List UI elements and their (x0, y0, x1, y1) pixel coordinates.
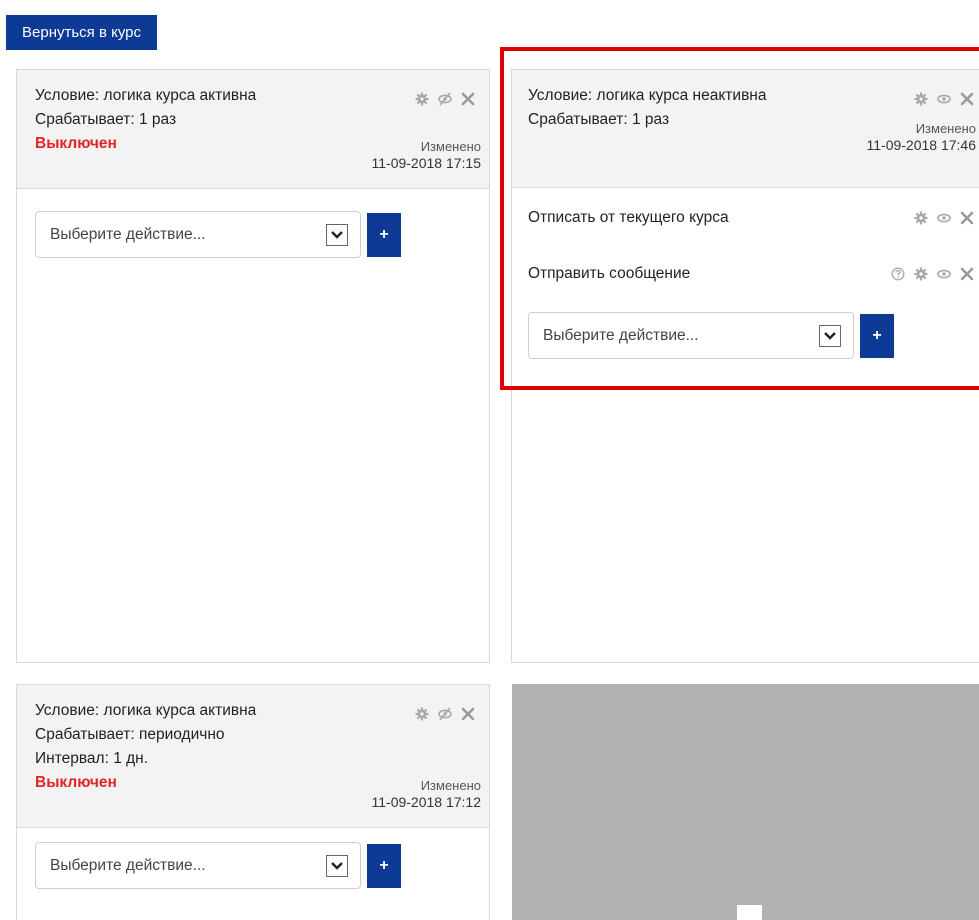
close-icon[interactable] (960, 267, 974, 281)
condition-text: Условие: логика курса активна (35, 702, 257, 719)
eye-icon[interactable] (937, 211, 951, 225)
close-icon[interactable] (461, 707, 475, 721)
chevron-down-icon (819, 325, 841, 347)
help-icon[interactable] (891, 267, 905, 281)
select-placeholder: Выберите действие... (543, 326, 699, 344)
modified-date: 11-09-2018 17:12 (371, 794, 482, 810)
modified-label: Изменено (420, 139, 481, 154)
loading-placeholder (512, 684, 979, 920)
back-to-course-button[interactable]: Вернуться в курс (6, 15, 157, 50)
rule-card-1: Условие: логика курса активна Срабатывае… (16, 69, 490, 663)
action-item: Отправить сообщение (528, 246, 974, 302)
close-icon[interactable] (960, 92, 974, 106)
card-toolbar (415, 707, 475, 721)
eye-icon[interactable] (937, 92, 951, 106)
select-placeholder: Выберите действие... (50, 856, 206, 874)
trigger-text: Срабатывает: 1 раз (35, 111, 177, 128)
placeholder-square (737, 905, 762, 920)
add-action-button[interactable]: + (367, 212, 401, 257)
trigger-text: Срабатывает: периодично (35, 726, 225, 743)
modified-info: Изменено 11-09-2018 17:12 (372, 777, 482, 811)
action-toolbar (914, 211, 974, 225)
gear-icon[interactable] (914, 92, 928, 106)
add-action-row: Выберите действие... + (528, 312, 974, 359)
close-icon[interactable] (461, 92, 475, 106)
page: Вернуться в курс Условие: логика курса а… (0, 0, 979, 920)
add-action-row: Выберите действие... + (35, 842, 471, 889)
condition-text: Условие: логика курса активна (35, 87, 257, 104)
modified-label: Изменено (420, 778, 481, 793)
action-toolbar (891, 267, 974, 281)
action-select[interactable]: Выберите действие... (35, 842, 361, 889)
close-icon[interactable] (960, 211, 974, 225)
rule-card-header: Условие: логика курса активна Срабатывае… (17, 685, 489, 828)
rule-card-body: Выберите действие... + (17, 189, 489, 272)
action-label: Отписать от текущего курса (528, 209, 729, 226)
gear-icon[interactable] (914, 267, 928, 281)
card-toolbar (914, 92, 974, 106)
eye-icon[interactable] (937, 267, 951, 281)
condition-text: Условие: логика курса неактивна (528, 87, 767, 104)
modified-date: 11-09-2018 17:15 (371, 155, 482, 171)
action-select[interactable]: Выберите действие... (35, 211, 361, 258)
gear-icon[interactable] (415, 92, 429, 106)
rule-card-header: Условие: логика курса активна Срабатывае… (17, 70, 489, 189)
modified-date: 11-09-2018 17:46 (866, 137, 977, 153)
action-select[interactable]: Выберите действие... (528, 312, 854, 359)
rule-card-header: Условие: логика курса неактивна Срабатыв… (512, 70, 979, 188)
modified-info: Изменено 11-09-2018 17:46 (867, 120, 977, 154)
interval-text: Интервал: 1 дн. (35, 750, 149, 767)
add-action-row: Выберите действие... + (35, 211, 471, 258)
select-placeholder: Выберите действие... (50, 225, 206, 243)
modified-label: Изменено (915, 121, 976, 136)
card-toolbar (415, 92, 475, 106)
action-item: Отписать от текущего курса (528, 190, 974, 246)
action-label: Отправить сообщение (528, 265, 691, 282)
gear-icon[interactable] (914, 211, 928, 225)
modified-info: Изменено 11-09-2018 17:15 (372, 138, 482, 172)
chevron-down-icon (326, 224, 348, 246)
rule-card-2: Условие: логика курса неактивна Срабатыв… (511, 69, 979, 663)
eye-off-icon[interactable] (438, 92, 452, 106)
rule-card-body: Выберите действие... + (17, 828, 489, 903)
add-action-button[interactable]: + (860, 313, 894, 358)
gear-icon[interactable] (415, 707, 429, 721)
rule-card-body: Отписать от текущего курса Отправить соо… (512, 190, 979, 359)
add-action-button[interactable]: + (367, 843, 401, 888)
chevron-down-icon (326, 855, 348, 877)
eye-off-icon[interactable] (438, 707, 452, 721)
rule-card-3: Условие: логика курса активна Срабатывае… (16, 684, 490, 920)
